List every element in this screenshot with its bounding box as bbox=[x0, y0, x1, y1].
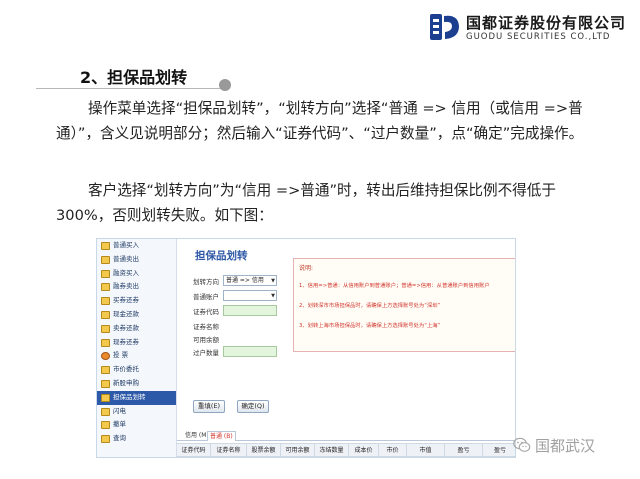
confirm-button[interactable]: 确定(Q) bbox=[237, 400, 269, 413]
menu-item[interactable]: 买券还券 bbox=[97, 294, 176, 308]
vote-icon bbox=[101, 352, 110, 361]
menu-item[interactable]: 投 票 bbox=[97, 349, 176, 363]
menu-item[interactable]: 新股申购 bbox=[97, 377, 176, 391]
column-header[interactable]: 盈亏 bbox=[483, 444, 515, 457]
folder-icon bbox=[101, 407, 110, 416]
column-header[interactable]: 证券名称 bbox=[211, 444, 247, 457]
instruction-paragraph: 操作菜单选择“担保品划转”，“划转方向”选择“普通 => 信用（或信用 =>普通… bbox=[56, 100, 584, 142]
folder-icon bbox=[101, 338, 110, 347]
folder-icon bbox=[101, 435, 110, 444]
folder-icon bbox=[101, 297, 110, 306]
code-label: 证券代码 bbox=[193, 308, 219, 316]
menu-item[interactable]: 现金还款 bbox=[97, 308, 176, 322]
instruction-note: 说明: 1、信用=>普通：从信用账户到普通账户；普通=>信用：从普通账户到信用账… bbox=[293, 258, 515, 352]
trading-app-screenshot: 普通买入 普通卖出 融资买入 融券卖出 买券还券 现金还款 卖券还款 现券还券 … bbox=[96, 238, 516, 458]
company-name-en: GUODU SECURITIES CO.,LTD bbox=[466, 32, 611, 42]
menu-item-collateral-transfer[interactable]: 担保品划转 bbox=[97, 390, 176, 405]
account-label: 普通账户 bbox=[193, 293, 219, 301]
account-tabs: 信用 (M) 普通 (B) bbox=[177, 430, 515, 441]
menu-item[interactable]: 普通卖出 bbox=[97, 253, 176, 267]
folder-icon bbox=[101, 283, 110, 292]
title-underline bbox=[36, 88, 222, 89]
title-dot bbox=[219, 79, 231, 91]
available-label: 可用余额 bbox=[193, 336, 219, 344]
panel-title: 担保品划转 bbox=[195, 250, 248, 262]
column-header[interactable]: 盈亏 bbox=[445, 444, 483, 457]
warning-paragraph: 客户选择“划转方向”为“信用 =>普通”时，转出后维持担保比例不得低于300%，… bbox=[56, 182, 556, 224]
column-header[interactable]: 证券代码 bbox=[177, 444, 211, 457]
menu-item[interactable]: 融资买入 bbox=[97, 267, 176, 281]
menu-item[interactable]: 融券卖出 bbox=[97, 280, 176, 294]
column-header[interactable]: 股票余额 bbox=[247, 444, 281, 457]
folder-icon bbox=[101, 242, 110, 250]
folder-icon bbox=[101, 324, 110, 333]
company-name-cn: 国都证券股份有限公司 bbox=[466, 14, 627, 32]
folder-icon bbox=[101, 310, 110, 319]
transfer-panel: 担保品划转 划转方向 普通 => 信用 ▼ 普通账户 ▼ 证券代码 证券名称 可用… bbox=[177, 239, 515, 457]
note-title: 说明: bbox=[299, 265, 314, 272]
reset-button[interactable]: 重填(E) bbox=[193, 400, 225, 413]
column-header[interactable]: 成本价 bbox=[349, 444, 379, 457]
holdings-grid-header: 证券代码 证券名称 股票余额 可用余额 冻结数量 成本价 市价 市值 盈亏 盈亏 bbox=[177, 443, 515, 457]
security-code-input[interactable] bbox=[223, 305, 277, 316]
name-label: 证券名称 bbox=[193, 323, 219, 331]
menu-item[interactable]: 查询 bbox=[97, 432, 176, 446]
menu-item[interactable]: 闪电 bbox=[97, 405, 176, 419]
direction-label: 划转方向 bbox=[193, 278, 219, 286]
column-header[interactable]: 市价 bbox=[379, 444, 407, 457]
watermark-text: 国都武汉 bbox=[535, 437, 596, 455]
qty-label: 过户数量 bbox=[193, 349, 219, 357]
folder-icon bbox=[101, 366, 110, 375]
menu-item[interactable]: 现券还券 bbox=[97, 336, 176, 350]
menu-item[interactable]: 卖券还款 bbox=[97, 322, 176, 336]
menu-item[interactable]: 普通买入 bbox=[97, 239, 176, 253]
folder-icon bbox=[101, 255, 110, 264]
column-header[interactable]: 可用余额 bbox=[281, 444, 315, 457]
note-line: 1、信用=>普通：从信用账户到普通账户；普通=>信用：从普通账户到信用账户 bbox=[299, 283, 490, 289]
menu-item[interactable]: 市价委托 bbox=[97, 363, 176, 377]
function-menu: 普通买入 普通卖出 融资买入 融券卖出 买券还券 现金还款 卖券还款 现券还券 … bbox=[97, 239, 177, 457]
chevron-down-icon: ▼ bbox=[271, 293, 275, 299]
transfer-qty-input[interactable] bbox=[223, 346, 277, 357]
folder-icon bbox=[101, 393, 110, 402]
column-header[interactable]: 冻结数量 bbox=[315, 444, 349, 457]
section-title: 2、担保品划转 bbox=[80, 68, 188, 87]
direction-select[interactable]: 普通 => 信用 ▼ bbox=[223, 275, 277, 286]
menu-item[interactable]: 撤单 bbox=[97, 418, 176, 432]
column-header[interactable]: 市值 bbox=[407, 444, 445, 457]
folder-icon bbox=[101, 269, 110, 278]
tab-normal[interactable]: 普通 (B) bbox=[207, 431, 236, 441]
company-logo-icon bbox=[430, 14, 459, 40]
account-select[interactable]: ▼ bbox=[223, 290, 277, 301]
note-line: 2、划转深市市场担保品时，请确保上方选择账号处为“深圳” bbox=[299, 303, 441, 309]
chevron-down-icon: ▼ bbox=[271, 278, 275, 284]
folder-icon bbox=[101, 421, 110, 430]
wechat-icon bbox=[513, 437, 531, 452]
folder-icon bbox=[101, 379, 110, 388]
note-line: 3、划转上海市场担保品时，请确保上方选择账号处为“上海” bbox=[299, 323, 441, 329]
